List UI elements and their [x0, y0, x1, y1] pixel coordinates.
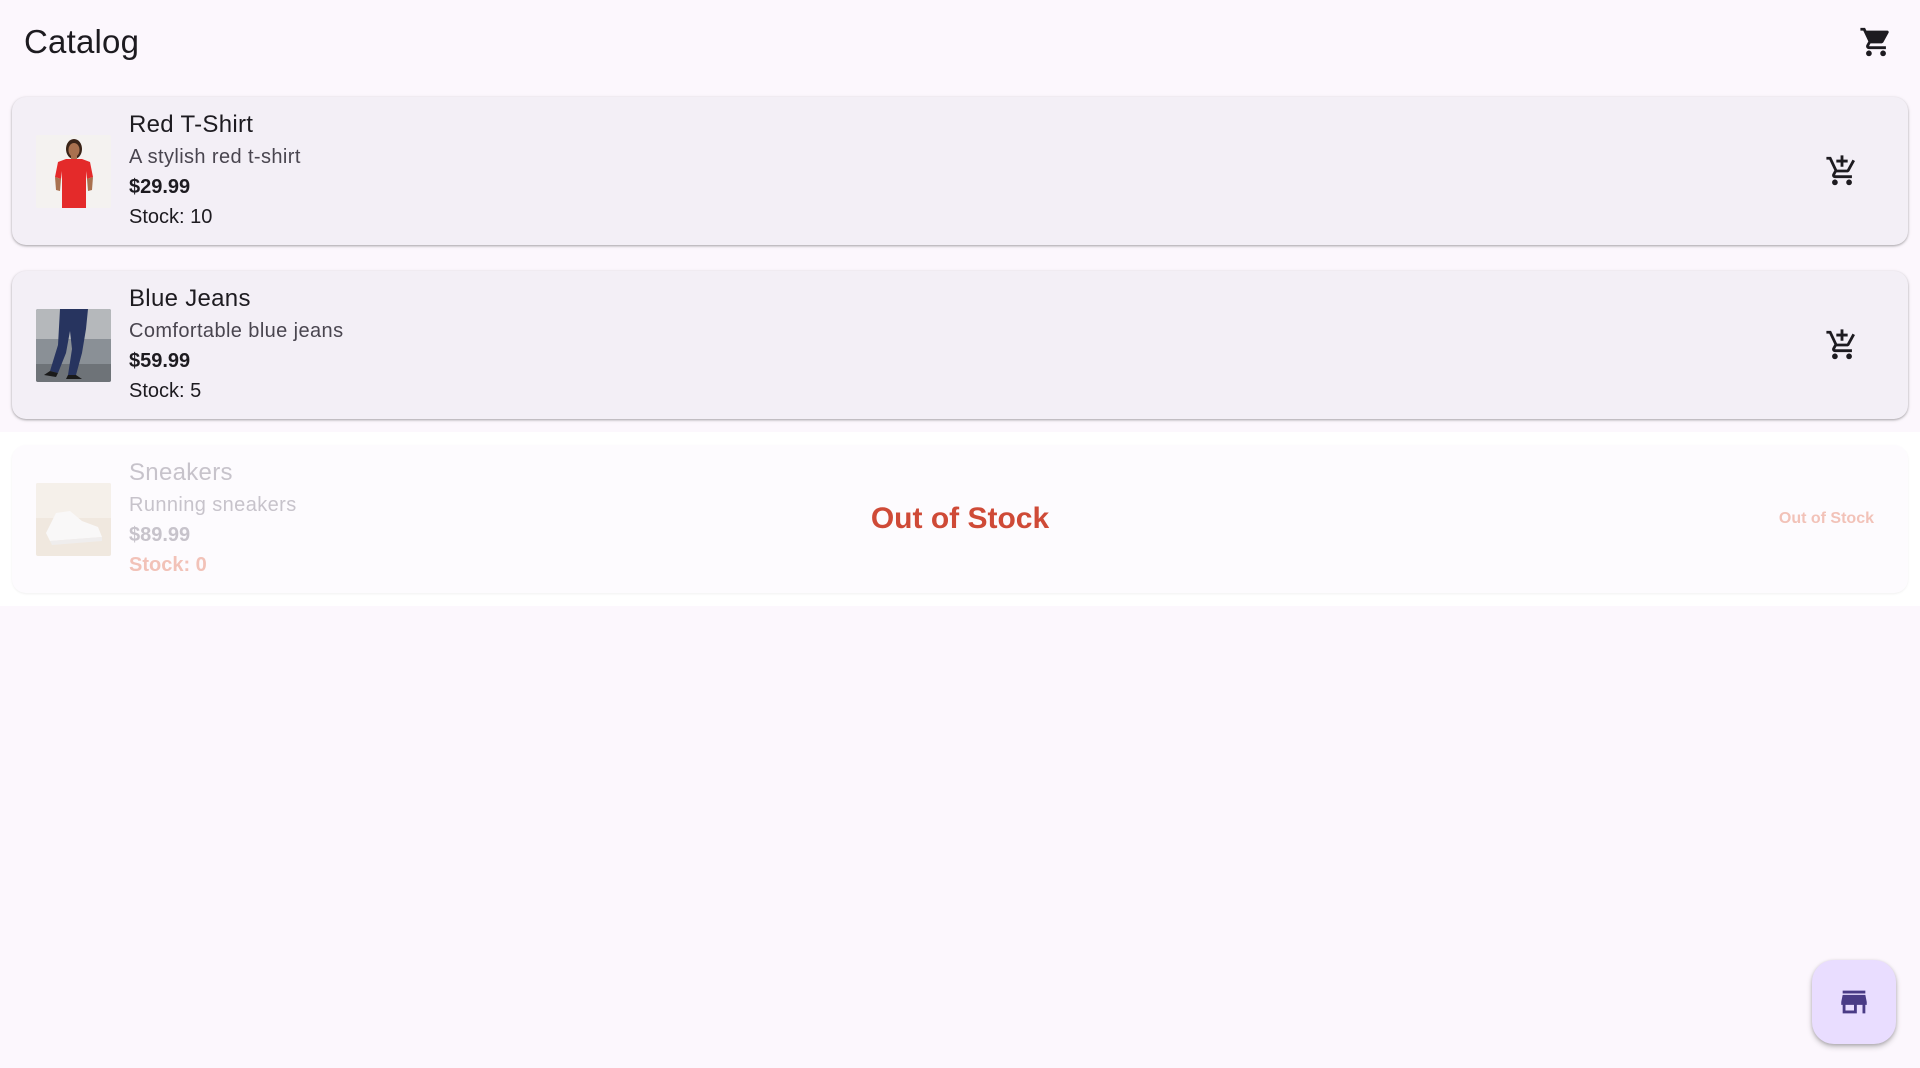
- blue-jeans-thumbnail: [36, 308, 111, 382]
- product-info: Blue Jeans Comfortable blue jeans $59.99…: [129, 284, 1814, 406]
- product-info: Sneakers Running sneakers $89.99 Stock: …: [129, 458, 1779, 580]
- add-to-cart-button[interactable]: [1814, 143, 1870, 199]
- out-of-stock-status: Out of Stock: [1778, 510, 1874, 527]
- product-stock: Stock: 5: [129, 380, 202, 402]
- store-fab-button[interactable]: [1812, 960, 1896, 1044]
- product-image: [36, 134, 111, 208]
- shopping-cart-icon: [1860, 27, 1889, 57]
- product-card: Sneakers Running sneakers $89.99 Stock: …: [12, 445, 1908, 593]
- add-to-cart-button[interactable]: [1814, 317, 1870, 373]
- add-shopping-cart-icon: [1826, 329, 1855, 360]
- product-name: Red T-Shirt: [129, 111, 254, 138]
- product-stock: Stock: 0: [129, 554, 207, 576]
- product-row: Red T-Shirt A stylish red t-shirt $29.99…: [0, 84, 1920, 258]
- product-image: [36, 308, 111, 382]
- product-description: Comfortable blue jeans: [129, 320, 344, 342]
- product-price: $59.99: [129, 350, 191, 372]
- product-description: Running sneakers: [129, 494, 297, 516]
- product-row-out-of-stock: Sneakers Running sneakers $89.99 Stock: …: [0, 432, 1920, 606]
- product-stock: Stock: 10: [129, 206, 213, 228]
- product-price: $89.99: [129, 524, 191, 546]
- product-name: Blue Jeans: [129, 285, 251, 312]
- product-card[interactable]: Blue Jeans Comfortable blue jeans $59.99…: [12, 271, 1908, 419]
- product-card[interactable]: Red T-Shirt A stylish red t-shirt $29.99…: [12, 97, 1908, 245]
- product-row: Blue Jeans Comfortable blue jeans $59.99…: [0, 258, 1920, 432]
- storefront-icon: [1841, 990, 1867, 1014]
- page-title: Catalog: [24, 23, 140, 60]
- product-description: A stylish red t-shirt: [129, 146, 301, 168]
- app-bar: Catalog: [0, 0, 1920, 84]
- product-price: $29.99: [129, 176, 191, 198]
- product-info: Red T-Shirt A stylish red t-shirt $29.99…: [129, 110, 1814, 232]
- add-shopping-cart-icon: [1826, 155, 1855, 186]
- red-tshirt-thumbnail: [36, 134, 111, 208]
- sneakers-thumbnail: [36, 482, 111, 556]
- cart-button[interactable]: [1848, 14, 1904, 70]
- product-name: Sneakers: [129, 459, 233, 486]
- product-list: Red T-Shirt A stylish red t-shirt $29.99…: [0, 84, 1920, 606]
- product-image: [36, 482, 111, 556]
